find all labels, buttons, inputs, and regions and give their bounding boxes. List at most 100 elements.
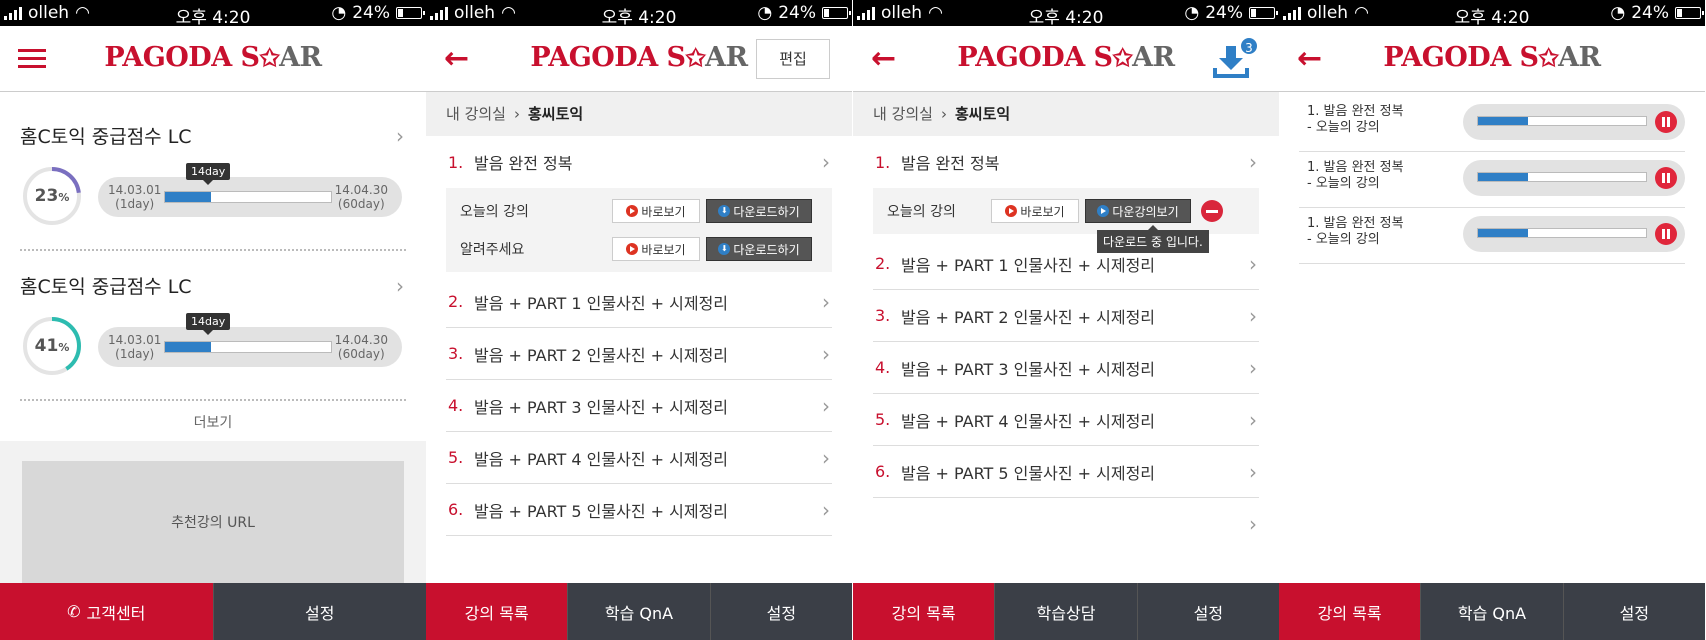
view-now-button[interactable]: 바로보기	[612, 237, 700, 261]
status-bar: olleh ◠ 오후 4:20 ◔ 24%	[853, 0, 1279, 28]
progress-percent: 23	[34, 186, 59, 206]
lecture-item[interactable]: ›	[873, 498, 1259, 550]
lecture-item[interactable]: 3. 발음 + PART 2 인물사진 + 시제정리 ›	[873, 290, 1259, 342]
start-date: 14.03.01 (1day)	[108, 333, 162, 361]
bottom-tab-bar: ✆ 고객센터 설정	[0, 583, 426, 640]
status-bar: olleh ◠ 오후 4:20 ◔ 24%	[0, 0, 426, 28]
end-date: 14.04.30 (60day)	[334, 333, 388, 361]
tab-settings[interactable]: 설정	[1136, 583, 1279, 640]
tab-qna[interactable]: 학습 QnA	[1420, 583, 1562, 640]
edit-button[interactable]: 편집	[756, 39, 830, 79]
status-bar: olleh ◠ 오후 4:20 ◔ 24%	[1279, 0, 1705, 28]
lecture-item[interactable]: 5. 발음 + PART 4 인물사진 + 시제정리 ›	[446, 432, 832, 484]
chevron-right-icon: ›	[822, 393, 830, 418]
lecture-item[interactable]: 5. 발음 + PART 4 인물사진 + 시제정리 ›	[873, 394, 1259, 446]
lecture-item[interactable]: 6. 발음 + PART 5 인물사진 + 시제정리 ›	[446, 484, 832, 536]
lecture-item[interactable]: 4. 발음 + PART 3 인물사진 + 시제정리 ›	[873, 342, 1259, 394]
menu-icon[interactable]	[18, 44, 52, 74]
lecture-item[interactable]: 6. 발음 + PART 5 인물사진 + 시제정리 ›	[873, 446, 1259, 498]
bottom-tab-bar: 강의 목록 학습상담 설정	[853, 583, 1279, 640]
battery-percent: 24%	[1205, 3, 1243, 23]
download-button[interactable]: ⬇ 다운로드하기	[706, 199, 812, 223]
downloaded-lecture-button[interactable]: 다운강의보기	[1085, 199, 1191, 223]
subitem-row: 오늘의 강의 바로보기 ⬇ 다운로드하기	[446, 192, 832, 230]
tab-lecture-list[interactable]: 강의 목록	[1279, 583, 1421, 640]
status-bar: olleh ◠ 오후 4:20 ◔ 24%	[426, 0, 852, 28]
breadcrumb: 내 강의실 › 홍씨토익	[853, 92, 1279, 136]
course-item[interactable]: 홈C토익 중급점수 LC ›	[20, 122, 406, 149]
tab-consult[interactable]: 학습상담	[994, 583, 1136, 640]
more-link[interactable]: 더보기	[0, 412, 426, 432]
pause-icon[interactable]	[1655, 167, 1677, 189]
tab-settings[interactable]: 설정	[212, 583, 427, 640]
breadcrumb-root[interactable]: 내 강의실	[873, 105, 933, 123]
view-now-button[interactable]: 바로보기	[612, 199, 700, 223]
lecture-item[interactable]: 2. 발음 + PART 1 인물사진 + 시제정리 ›	[446, 276, 832, 328]
screen-download-queue: olleh ◠ 오후 4:20 ◔ 24% ← PAGODA S✩AR 1. 발음 …	[1279, 0, 1705, 640]
back-arrow-icon[interactable]: ←	[444, 44, 478, 74]
back-arrow-icon[interactable]: ←	[1297, 44, 1331, 74]
pagoda-star-logo: PAGODA S✩AR	[1383, 42, 1601, 73]
breadcrumb-current: 홍씨토익	[527, 105, 584, 123]
lecture-title: 발음 완전 정복	[474, 154, 573, 173]
view-now-button[interactable]: 바로보기	[991, 199, 1079, 223]
lecture-item[interactable]: 4. 발음 + PART 3 인물사진 + 시제정리 ›	[446, 380, 832, 432]
download-fill	[1478, 229, 1529, 237]
period-bar: 14.03.01 (1day) 14day 14.04.30 (60day)	[98, 163, 402, 217]
tab-settings[interactable]: 설정	[709, 583, 852, 640]
chevron-right-icon: ›	[396, 124, 404, 148]
progress-percent: 41	[34, 336, 59, 356]
download-progress	[1463, 104, 1685, 140]
chevron-right-icon: ›	[1249, 512, 1257, 536]
download-count-badge: 3	[1239, 36, 1259, 56]
lecture-item[interactable]: 1. 발음 완전 정복 ›	[873, 136, 1259, 188]
download-track	[1477, 116, 1647, 126]
download-track	[1477, 172, 1647, 182]
phone-icon: ✆	[67, 602, 81, 621]
tab-lecture-list[interactable]: 강의 목록	[426, 583, 568, 640]
pause-icon[interactable]	[1655, 223, 1677, 245]
play-icon	[626, 243, 639, 255]
recommend-url-box[interactable]: 추천강의 URL	[22, 461, 404, 583]
play-icon	[1097, 205, 1110, 217]
subitem-label: 오늘의 강의	[887, 204, 956, 220]
screen-lecture-list-downloading: olleh ◠ 오후 4:20 ◔ 24% ← PAGODA S✩AR 3 내 강의…	[853, 0, 1279, 640]
download-item: 1. 발음 완전 정복 - 오늘의 강의	[1299, 152, 1685, 208]
tab-lecture-list[interactable]: 강의 목록	[853, 583, 995, 640]
chevron-right-icon: ›	[396, 274, 404, 298]
download-item: 1. 발음 완전 정복 - 오늘의 강의	[1299, 208, 1685, 264]
app-header: ← PAGODA S✩AR	[1279, 26, 1705, 92]
battery-percent: 24%	[778, 3, 816, 23]
lock-icon: ◔	[1610, 3, 1626, 23]
tab-qna[interactable]: 학습 QnA	[567, 583, 709, 640]
remove-icon[interactable]	[1201, 200, 1223, 222]
breadcrumb-root[interactable]: 내 강의실	[446, 105, 506, 123]
pause-icon[interactable]	[1655, 111, 1677, 133]
lock-icon: ◔	[331, 3, 347, 23]
screen-my-courses: olleh ◠ 오후 4:20 ◔ 24% PAGODA S✩AR 홈C토익 중급점…	[0, 0, 426, 640]
subitem-row: 알려주세요 바로보기 ⬇ 다운로드하기	[446, 230, 832, 268]
download-button[interactable]: ⬇ 다운로드하기	[706, 237, 812, 261]
divider	[20, 249, 406, 251]
lecture-title: 발음 + PART 1 인물사진 + 시제정리	[474, 293, 729, 313]
tab-settings[interactable]: 설정	[1562, 583, 1705, 640]
lock-icon: ◔	[757, 3, 773, 23]
tab-support[interactable]: ✆ 고객센터	[0, 583, 213, 640]
app-header: ← PAGODA S✩AR 편집	[426, 26, 852, 92]
period-bar: 14.03.01 (1day) 14day 14.04.30 (60day)	[98, 313, 402, 367]
lecture-title: 발음 + PART 5 인물사진 + 시제정리	[901, 463, 1156, 483]
course-item[interactable]: 홈C토익 중급점수 LC ›	[20, 272, 406, 299]
play-icon	[626, 205, 639, 217]
chevron-right-icon: ›	[822, 497, 830, 522]
download-title: 1. 발음 완전 정복 - 오늘의 강의	[1307, 104, 1404, 135]
course-title: 홈C토익 중급점수 LC	[20, 126, 192, 148]
download-tray-icon[interactable]: 3	[1211, 36, 1259, 80]
lecture-title: 발음 + PART 3 인물사진 + 시제정리	[901, 359, 1156, 379]
lecture-item[interactable]: 1. 발음 완전 정복 ›	[446, 136, 832, 188]
progress-ring: 41%	[22, 316, 82, 376]
chevron-right-icon: ›	[822, 341, 830, 366]
back-arrow-icon[interactable]: ←	[871, 44, 905, 74]
battery-icon	[396, 7, 425, 19]
download-icon: ⬇	[718, 205, 731, 217]
lecture-item[interactable]: 3. 발음 + PART 2 인물사진 + 시제정리 ›	[446, 328, 832, 380]
